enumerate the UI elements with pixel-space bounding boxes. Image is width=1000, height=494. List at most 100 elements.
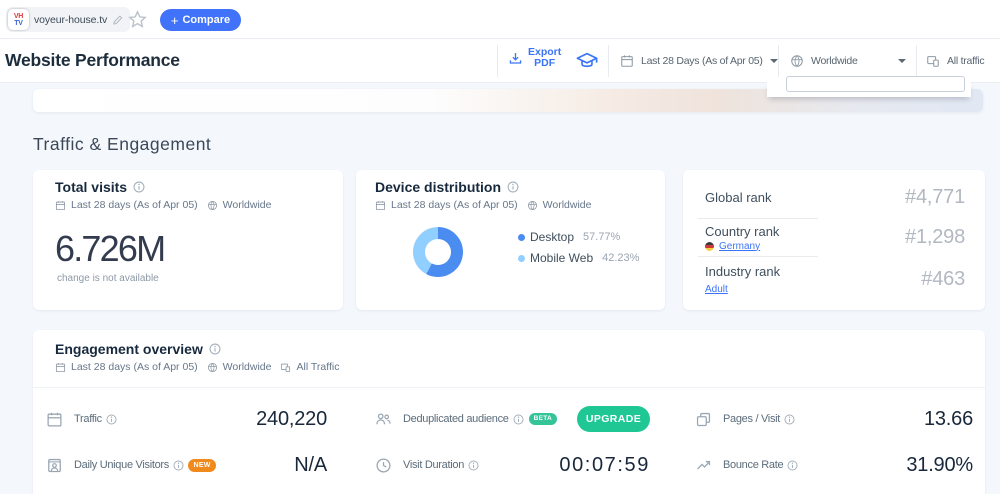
info-icon[interactable]	[173, 460, 184, 471]
globe-icon	[207, 362, 218, 373]
traffic-label: Traffic	[74, 413, 102, 425]
page: VH TV voyeur-house.tv +Compare Website P…	[0, 0, 1000, 494]
toolbar-separator	[916, 45, 917, 77]
traffic-value: 240,220	[256, 408, 327, 431]
info-icon[interactable]	[784, 414, 795, 425]
total-visits-value: 6.726M	[55, 227, 343, 271]
country-link[interactable]: Germany	[719, 241, 760, 252]
legend-item-mobile: Mobile Web 42.23%	[518, 251, 639, 265]
page-title: Website Performance	[5, 50, 180, 71]
info-icon[interactable]	[106, 414, 117, 425]
total-visits-date: Last 28 days (As of Apr 05)	[71, 199, 198, 211]
info-icon[interactable]	[513, 414, 524, 425]
country-rank-label: Country rank	[705, 224, 779, 239]
site-tab[interactable]: VH TV voyeur-house.tv	[6, 7, 130, 32]
duration-value: 00:07:59	[559, 454, 650, 477]
users-icon	[375, 411, 392, 428]
caret-down-icon	[898, 59, 906, 63]
calendar-icon	[46, 411, 63, 428]
site-favicon: VH TV	[8, 9, 29, 30]
metric-traffic: Traffic 240,220	[46, 400, 327, 438]
favicon-text-top: VH	[14, 13, 23, 20]
global-rank-value: #4,771	[905, 186, 965, 209]
device-distribution-card: Device distribution Last 28 days (As of …	[356, 170, 665, 310]
mobile-dot	[518, 255, 525, 262]
engagement-title: Engagement overview	[55, 341, 203, 357]
devices-icon	[280, 362, 291, 373]
date-range-label: Last 28 Days (As of Apr 05)	[641, 55, 763, 67]
pages-icon	[695, 411, 712, 428]
device-distribution-title: Device distribution	[375, 179, 501, 195]
geo-label: Worldwide	[811, 55, 858, 67]
info-icon[interactable]	[209, 343, 221, 355]
metric-pages-visit: Pages / Visit 13.66	[695, 400, 973, 438]
toolbar-separator	[497, 45, 498, 77]
plus-icon: +	[171, 14, 179, 27]
date-range-selector[interactable]: Last 28 Days (As of Apr 05)	[620, 39, 778, 83]
download-icon	[508, 51, 523, 66]
favorite-star-icon[interactable]	[128, 10, 147, 29]
bounce-value: 31.90%	[906, 454, 973, 477]
edit-pencil-icon[interactable]	[112, 14, 124, 26]
mobile-label: Mobile Web	[530, 251, 593, 265]
metrics-row-2: Daily Unique Visitors NEW N/A Visit Dura…	[33, 446, 985, 484]
beta-badge: BETA	[529, 413, 557, 426]
engagement-traffic: All Traffic	[296, 361, 339, 373]
info-icon[interactable]	[787, 460, 798, 471]
globe-icon	[207, 200, 218, 211]
site-name: voyeur-house.tv	[34, 14, 107, 26]
pages-label: Pages / Visit	[723, 413, 780, 425]
duration-label: Visit Duration	[403, 459, 464, 471]
info-icon[interactable]	[507, 181, 519, 193]
industry-link[interactable]: Adult	[705, 284, 728, 295]
total-visits-title: Total visits	[55, 179, 127, 195]
daily-unique-value: N/A	[294, 454, 327, 477]
globe-icon	[790, 54, 804, 68]
info-icon[interactable]	[133, 181, 145, 193]
export-pdf-button[interactable]: Export PDF	[508, 47, 561, 69]
compare-button[interactable]: +Compare	[160, 9, 241, 31]
devices-icon	[926, 54, 940, 68]
total-visits-note: change is not available	[57, 273, 343, 284]
engagement-geo: Worldwide	[223, 361, 272, 373]
industry-rank-value: #463	[921, 268, 965, 291]
engagement-date: Last 28 days (As of Apr 05)	[71, 361, 198, 373]
device-geo: Worldwide	[543, 199, 592, 211]
total-visits-card: Total visits Last 28 days (As of Apr 05)…	[33, 170, 343, 310]
section-title: Traffic & Engagement	[33, 134, 211, 155]
favicon-text-bottom: TV	[14, 20, 23, 27]
export-label-line2: PDF	[528, 58, 561, 69]
pages-value: 13.66	[924, 408, 973, 431]
industry-rank-label: Industry rank	[705, 264, 780, 279]
desktop-dot	[518, 234, 525, 241]
total-visits-geo: Worldwide	[223, 199, 272, 211]
new-badge: NEW	[188, 459, 216, 472]
metric-visit-duration: Visit Duration 00:07:59	[375, 446, 650, 484]
info-icon[interactable]	[468, 460, 479, 471]
traffic-label: All traffic	[947, 55, 984, 67]
industry-rank-row: Industry rank Adult #463	[683, 257, 985, 312]
metric-daily-unique-visitors: Daily Unique Visitors NEW N/A	[46, 446, 327, 484]
dedup-label: Deduplicated audience	[403, 413, 509, 425]
calendar-icon	[375, 200, 386, 211]
upgrade-button[interactable]: UPGRADE	[577, 406, 650, 432]
calendar-icon	[55, 200, 66, 211]
globe-icon	[527, 200, 538, 211]
calendar-icon	[620, 54, 634, 68]
mobile-pct: 42.23%	[602, 252, 639, 264]
geo-search-input[interactable]	[786, 76, 965, 92]
metrics-row-1: Traffic 240,220 Deduplicated audience BE…	[33, 400, 985, 438]
device-legend: Desktop 57.77% Mobile Web 42.23%	[518, 230, 639, 265]
rank-card: Global rank #4,771 Country rank Germany …	[683, 170, 985, 310]
country-rank-value: #1,298	[905, 226, 965, 249]
country-rank-row: Country rank Germany #1,298	[683, 219, 985, 256]
compare-label: Compare	[182, 14, 230, 26]
global-rank-label: Global rank	[705, 190, 771, 205]
caret-down-icon	[770, 59, 778, 63]
daily-unique-label: Daily Unique Visitors	[74, 459, 169, 471]
legend-item-desktop: Desktop 57.77%	[518, 230, 639, 244]
metric-bounce-rate: Bounce Rate 31.90%	[695, 446, 973, 484]
metric-deduplicated-audience: Deduplicated audience BETA UPGRADE	[375, 400, 650, 438]
education-cap-icon[interactable]	[576, 50, 598, 72]
person-card-icon	[46, 457, 63, 474]
